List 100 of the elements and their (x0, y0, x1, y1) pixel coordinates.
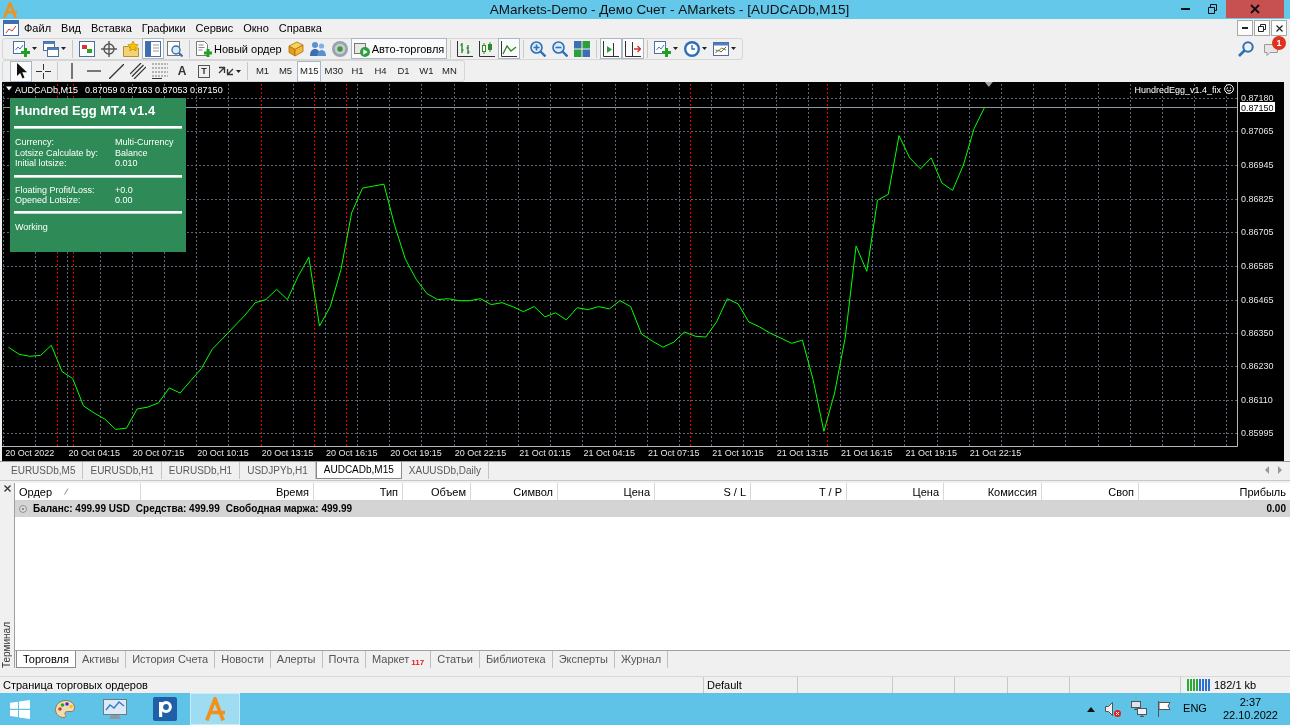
terminal-tab[interactable]: История Счета (126, 651, 216, 668)
terminal-tab[interactable]: Активы (75, 651, 127, 668)
column-header[interactable]: Тип (379, 484, 398, 499)
timeframe-button[interactable]: MN (437, 60, 461, 82)
clock-date[interactable]: 22.10.2022 (1222, 709, 1278, 722)
expert-name: HundredEgg_v1.4_fix (1134, 85, 1221, 95)
minimize-button[interactable] (1237, 20, 1253, 36)
column-header[interactable]: Цена (912, 484, 939, 499)
time-axis-label: 21 Oct 04:15 (583, 448, 636, 458)
time-axis-label: 20 Oct 19:15 (390, 448, 442, 458)
toolbar-button[interactable]: T (193, 60, 215, 82)
timeframe-button[interactable]: W1 (414, 60, 438, 82)
column-header[interactable]: Символ (513, 484, 553, 499)
price-axis-label: 0.86465 (1241, 295, 1274, 306)
caret-icon[interactable] (673, 47, 679, 50)
terminal-tab[interactable]: Почта (322, 651, 367, 668)
menu-item[interactable]: Файл (19, 20, 57, 36)
caret-icon[interactable] (61, 47, 66, 50)
computers-icon[interactable] (1131, 701, 1148, 717)
document-plus-icon[interactable] (196, 40, 212, 57)
timeframe-button[interactable]: M15 (297, 60, 322, 82)
caret-up-icon[interactable] (1087, 706, 1096, 712)
terminal-tab[interactable]: Журнал (614, 651, 669, 668)
timeframe-button[interactable]: H1 (345, 60, 369, 82)
chart-plus-icon[interactable] (654, 40, 672, 57)
play-icon[interactable] (353, 40, 370, 57)
clock-icon[interactable] (684, 40, 701, 57)
account-summary: Баланс: 499.99 USD (33, 503, 130, 515)
menu-item[interactable]: Окно (238, 20, 274, 36)
time-axis-label: 21 Oct 16:15 (841, 448, 893, 458)
panel-title: Hundred Egg MT4 v1.4 (14, 102, 157, 120)
terminal-label: Терминал (1, 621, 13, 668)
toolbar-button[interactable]: Авто-торговля (350, 38, 448, 59)
language-indicator[interactable]: ENG (1183, 702, 1207, 716)
panel-value: +0.0 (115, 184, 133, 195)
close-button[interactable] (1271, 20, 1287, 36)
price-axis-label: 0.86585 (1241, 261, 1274, 272)
column-header[interactable]: Своп (1108, 484, 1134, 499)
column-header[interactable]: Комиссия (987, 484, 1037, 499)
panel-value: Multi-Currency (115, 137, 174, 148)
chart-document-icon[interactable] (3, 20, 19, 36)
chart-tab[interactable]: AUDCADb,M15 (315, 462, 402, 479)
column-header[interactable]: Ордер (19, 484, 53, 499)
panel-value: Balance (115, 147, 148, 158)
profile-name: Default (707, 678, 742, 693)
price-axis-label: 0.85995 (1241, 427, 1274, 438)
column-header[interactable]: T / P (818, 484, 842, 499)
caret-icon[interactable] (236, 69, 241, 73)
windows-icon[interactable] (43, 40, 59, 57)
palette-icon[interactable] (55, 700, 75, 718)
terminal-tab[interactable]: Статьи (431, 651, 480, 668)
terminal-tab[interactable]: Торговля (16, 651, 76, 668)
caret-icon[interactable] (731, 47, 737, 50)
caret-icon[interactable] (702, 47, 708, 50)
chart-window-icon[interactable] (713, 41, 730, 56)
symbol-label: AUDCADb,M15 (15, 85, 79, 95)
menu-item[interactable]: Графики (136, 20, 191, 36)
toolbar-button[interactable]: A (171, 60, 193, 82)
toolbar-button[interactable] (10, 60, 32, 82)
close-icon[interactable] (1275, 24, 1283, 32)
column-header[interactable]: Время (275, 484, 309, 499)
total-profit: 0.00 (1266, 503, 1286, 515)
account-summary: Средства: 499.99 (135, 503, 220, 515)
ring-icon (19, 505, 27, 513)
timeframe-button[interactable]: H4 (368, 60, 392, 82)
menu-item[interactable]: Сервис (190, 20, 239, 36)
timeframe-button[interactable]: D1 (391, 60, 415, 82)
caret-icon[interactable] (32, 47, 37, 50)
terminal-tab[interactable]: Библиотека (479, 651, 553, 668)
terminal-tab[interactable]: Алерты (270, 651, 323, 668)
menu-item[interactable]: Вставка (85, 20, 137, 36)
restore-icon[interactable] (1258, 24, 1266, 32)
flag-icon[interactable] (1157, 701, 1172, 717)
timeframe-button[interactable]: M30 (321, 60, 346, 82)
search-icon[interactable] (1238, 40, 1254, 57)
panel-value: 0.010 (115, 158, 138, 169)
speaker-muted-icon[interactable] (1105, 701, 1122, 717)
clock-time[interactable]: 2:37 (1239, 696, 1262, 709)
monitor-icon[interactable] (103, 699, 127, 719)
close-icon[interactable] (3, 485, 11, 492)
restore-icon[interactable] (1208, 4, 1217, 14)
triangle-marker-icon[interactable] (984, 82, 993, 87)
timeframe-button[interactable]: M1 (251, 60, 274, 82)
column-header[interactable]: Цена (623, 484, 650, 499)
panel-status: Working (14, 221, 49, 233)
terminal-tab[interactable]: Новости (215, 651, 271, 668)
toolbar-button[interactable]: Новый ордер (193, 38, 285, 59)
time-axis-label: 20 Oct 10:15 (197, 448, 249, 458)
chart-plus-icon[interactable] (13, 40, 30, 57)
terminal-tab[interactable]: Эксперты (552, 651, 615, 668)
menu-item[interactable]: Вид (56, 20, 86, 36)
cursor-icon[interactable] (15, 63, 27, 79)
menu-item[interactable]: Справка (273, 20, 327, 36)
restore-button[interactable] (1254, 20, 1270, 36)
tile-logo-icon[interactable] (153, 697, 177, 721)
column-header[interactable]: Объем (430, 484, 466, 499)
timeframe-button[interactable]: M5 (274, 60, 297, 82)
column-header[interactable]: Прибыль (1239, 484, 1286, 499)
triangle-down-icon[interactable] (6, 86, 12, 91)
column-header[interactable]: S / L (723, 484, 746, 499)
